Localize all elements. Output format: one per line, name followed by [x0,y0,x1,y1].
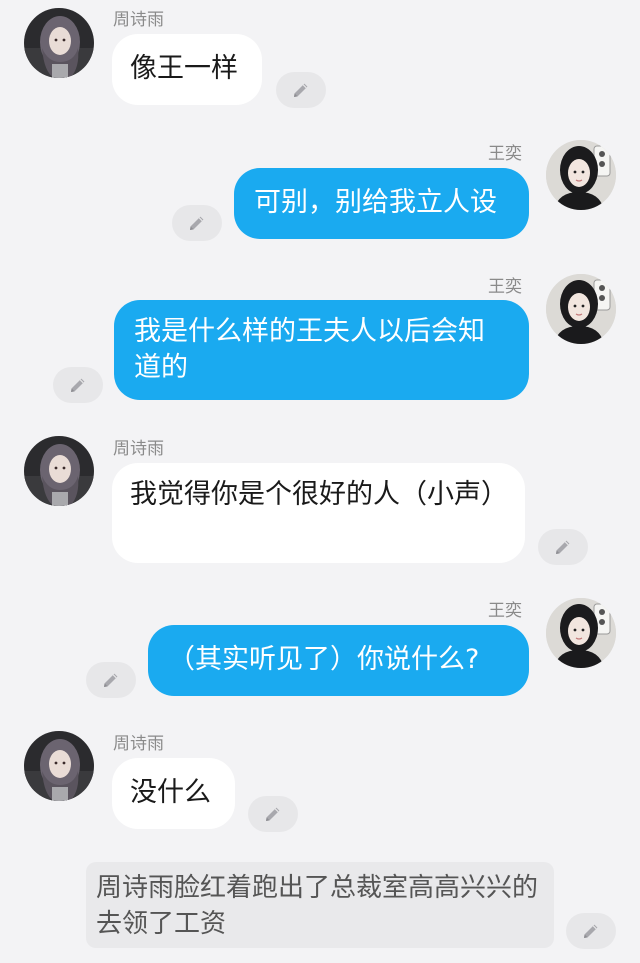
sender-name: 周诗雨 [113,10,164,30]
narration-block[interactable]: 周诗雨脸红着跑出了总裁室高高兴兴的去领了工资 [86,862,554,948]
avatar-zhou-shiyu[interactable] [24,731,94,801]
edit-button[interactable] [86,662,136,698]
sender-name: 王奕 [488,277,522,297]
sender-name: 周诗雨 [113,734,164,754]
pencil-icon [581,921,601,941]
sender-name: 王奕 [488,144,522,164]
avatar-zhou-shiyu[interactable] [24,8,94,78]
message-bubble[interactable]: 我是什么样的王夫人以后会知道的 [114,300,529,400]
edit-button[interactable] [276,72,326,108]
edit-button[interactable] [53,367,103,403]
edit-button[interactable] [538,529,588,565]
message-bubble[interactable]: 没什么 [112,758,235,829]
sender-name: 周诗雨 [113,439,164,459]
avatar-wang-yi[interactable] [546,598,616,668]
pencil-icon [291,80,311,100]
pencil-icon [101,670,121,690]
sender-name: 王奕 [488,601,522,621]
avatar-wang-yi[interactable] [546,140,616,210]
message-bubble[interactable]: 像王一样 [112,34,262,105]
edit-button[interactable] [248,796,298,832]
avatar-wang-yi[interactable] [546,274,616,344]
pencil-icon [68,375,88,395]
edit-button[interactable] [566,913,616,949]
message-bubble[interactable]: （其实听见了）你说什么? [148,625,529,696]
edit-button[interactable] [172,205,222,241]
avatar-zhou-shiyu[interactable] [24,436,94,506]
pencil-icon [553,537,573,557]
pencil-icon [263,804,283,824]
message-bubble[interactable]: 可别，别给我立人设 [234,168,529,239]
message-bubble[interactable]: 我觉得你是个很好的人（小声） [112,463,525,563]
pencil-icon [187,213,207,233]
